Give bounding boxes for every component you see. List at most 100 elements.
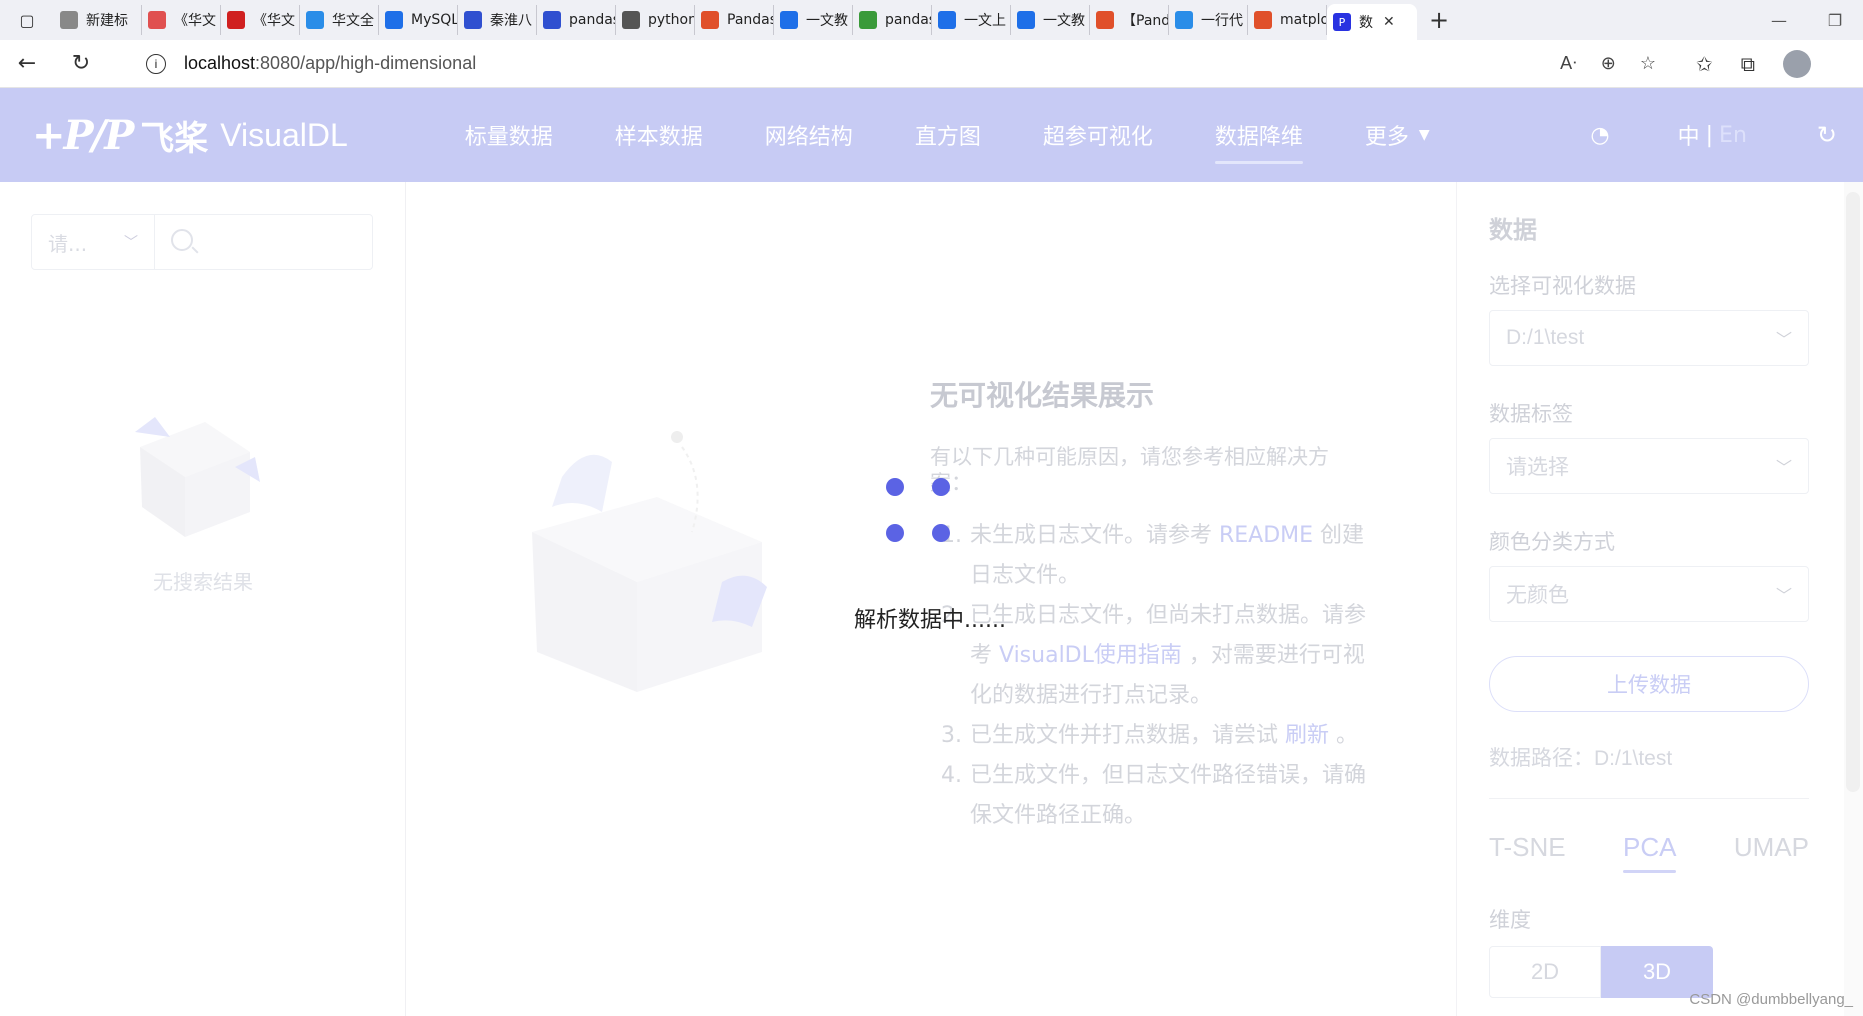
lang-zh-option[interactable]: 中	[1678, 119, 1700, 151]
browser-tab[interactable]: 一文教	[1011, 5, 1090, 35]
browser-tab[interactable]: 一文教	[774, 5, 853, 35]
reload-icon[interactable]: ↻	[54, 51, 108, 76]
nav-item[interactable]: 网络结构	[734, 88, 884, 182]
lang-en-option[interactable]: En	[1719, 123, 1747, 148]
browser-toolbar: ← ↻ i localhost:8080/app/high-dimensiona…	[0, 40, 1863, 88]
browser-tab[interactable]: matplo	[1248, 5, 1327, 35]
favorites-icon[interactable]: ✩	[1696, 52, 1713, 76]
algorithm-tab[interactable]: T-SNE	[1489, 832, 1566, 863]
tab-label: python	[648, 12, 695, 28]
reason-pre: 未生成日志文件。请参考	[970, 523, 1219, 548]
tab-label: 《华文	[174, 13, 216, 29]
reason-text: 未生成日志文件。请参考 README 创建日志文件。	[970, 516, 1370, 596]
browser-tab[interactable]: 新建标	[54, 5, 142, 35]
data-label-dropdown[interactable]: 请选择 ﹀	[1489, 438, 1809, 494]
close-tab-icon[interactable]: ✕	[1383, 14, 1395, 30]
no-search-result-text: 无搜索结果	[153, 570, 253, 594]
browser-tab[interactable]: 秦淮八	[458, 5, 537, 35]
theme-palette-icon[interactable]: ◔	[1590, 123, 1609, 148]
browser-tab[interactable]: python	[616, 5, 695, 35]
book-icon	[227, 11, 245, 29]
run-select[interactable]: 请... ﹀	[31, 214, 155, 270]
tab-label: 华文全	[332, 13, 374, 29]
color-mode-dropdown[interactable]: 无颜色 ﹀	[1489, 566, 1809, 622]
reason-link[interactable]: VisualDL使用指南	[999, 643, 1182, 668]
minimize-icon[interactable]: —	[1751, 11, 1807, 30]
address-bar[interactable]: i localhost:8080/app/high-dimensional Aᐧ…	[126, 45, 1676, 82]
collections-icon[interactable]: ⧉	[1741, 52, 1755, 76]
tab-label: Pandas	[727, 12, 774, 28]
profile-avatar[interactable]	[1783, 49, 1812, 78]
browser-tab[interactable]: 【Pand	[1090, 5, 1169, 35]
algorithm-tab[interactable]: PCA	[1622, 832, 1677, 873]
config-panel: 数据 选择可视化数据 D:/1\test ﹀ 数据标签 请选择 ﹀ 颜色分类方式…	[1456, 182, 1844, 1016]
browser-tab[interactable]: 华文全	[300, 5, 379, 35]
browser-tab[interactable]: pandas	[537, 5, 616, 35]
scrollbar-thumb[interactable]	[1846, 192, 1860, 792]
browser-tab[interactable]: 一文上	[932, 5, 1011, 35]
divider	[1489, 798, 1809, 799]
page-content: 请... ﹀ 无搜索结果 无可视化结果展示 有以下几种可能原因，请您参考相应解决…	[0, 182, 1863, 1016]
url-path: :8080/app/high-dimensional	[255, 53, 477, 73]
run-select-placeholder: 请...	[48, 231, 88, 256]
lang-separator: |	[1705, 122, 1714, 148]
nav-item-label: 超参可视化	[1042, 125, 1153, 150]
browser-tab[interactable]: 一行代	[1169, 5, 1248, 35]
select-data-dropdown[interactable]: D:/1\test ﹀	[1489, 310, 1809, 366]
script-icon	[622, 11, 640, 29]
scrollbar[interactable]	[1844, 182, 1863, 1016]
reason-link[interactable]: README	[1219, 523, 1313, 548]
tab-label: 一文教	[1043, 13, 1085, 29]
nav-item[interactable]: 直方图	[884, 88, 1012, 182]
maximize-icon[interactable]: ❐	[1807, 11, 1863, 30]
nav-item[interactable]: 数据降维	[1184, 88, 1334, 182]
upload-data-button[interactable]: 上传数据	[1489, 656, 1809, 712]
back-icon[interactable]: ←	[0, 51, 54, 76]
browser-tab[interactable]: Pandas	[695, 5, 774, 35]
zoom-icon[interactable]: ⊕	[1601, 53, 1616, 74]
site-info-icon[interactable]: i	[146, 53, 166, 74]
baidu-paw-icon	[543, 11, 561, 29]
read-aloud-icon[interactable]: Aᐧ	[1560, 53, 1577, 74]
spinner-dot	[932, 478, 950, 496]
data-label-value: 请选择	[1506, 456, 1569, 479]
brand-name-cn: 飞桨	[140, 118, 209, 159]
main-nav: 标量数据 样本数据 网络结构 直方图 超参可视化 数据降维 更多 ▼	[434, 88, 1461, 182]
nav-item[interactable]: 标量数据	[434, 88, 584, 182]
g-icon	[859, 11, 877, 29]
browser-tab-active[interactable]: P 数 ✕	[1327, 4, 1417, 40]
cloud-icon	[306, 11, 324, 29]
nav-item[interactable]: 更多 ▼	[1334, 88, 1461, 182]
tab-label: pandas	[569, 12, 616, 28]
reason-number: 4.	[941, 763, 962, 788]
cloud-icon	[1175, 11, 1193, 29]
search-icon	[171, 229, 193, 251]
zhihu-icon	[1017, 11, 1035, 29]
new-tab-icon	[60, 11, 78, 29]
tab-actions-icon[interactable]: ▢	[0, 0, 54, 40]
browser-tab[interactable]: 《华文	[142, 5, 221, 35]
algorithm-tab[interactable]: UMAP	[1734, 832, 1809, 863]
panel-title: 数据	[1489, 216, 1537, 244]
baidu-paw-icon	[464, 11, 482, 29]
visualdl-logo[interactable]: +P/P 飞桨 VisualDL	[32, 111, 348, 160]
nav-item[interactable]: 样本数据	[584, 88, 734, 182]
zhihu-icon	[938, 11, 956, 29]
tab-label: matplo	[1280, 12, 1327, 28]
browser-tab[interactable]: MySQL	[379, 5, 458, 35]
refresh-icon[interactable]: ↻	[1817, 121, 1837, 149]
search-input[interactable]	[154, 214, 373, 270]
dimension-2d-button[interactable]: 2D	[1489, 946, 1601, 998]
new-tab-button[interactable]: +	[1417, 6, 1461, 34]
color-mode-label: 颜色分类方式	[1489, 530, 1615, 554]
tab-label: 数	[1359, 15, 1373, 31]
nav-item[interactable]: 超参可视化	[1012, 88, 1184, 182]
browser-tab[interactable]: pandas	[853, 5, 932, 35]
tab-label: 《华文	[253, 13, 295, 29]
reason-link[interactable]: 刷新	[1285, 723, 1329, 748]
browser-tab[interactable]: 《华文	[221, 5, 300, 35]
reason-item: 4. 已生成文件，但日志文件路径错误，请确保文件路径正确。	[930, 756, 1370, 836]
tab-label: 秦淮八	[490, 13, 532, 29]
tab-label: MySQL	[411, 12, 458, 28]
add-favorite-icon[interactable]: ☆	[1640, 53, 1656, 74]
